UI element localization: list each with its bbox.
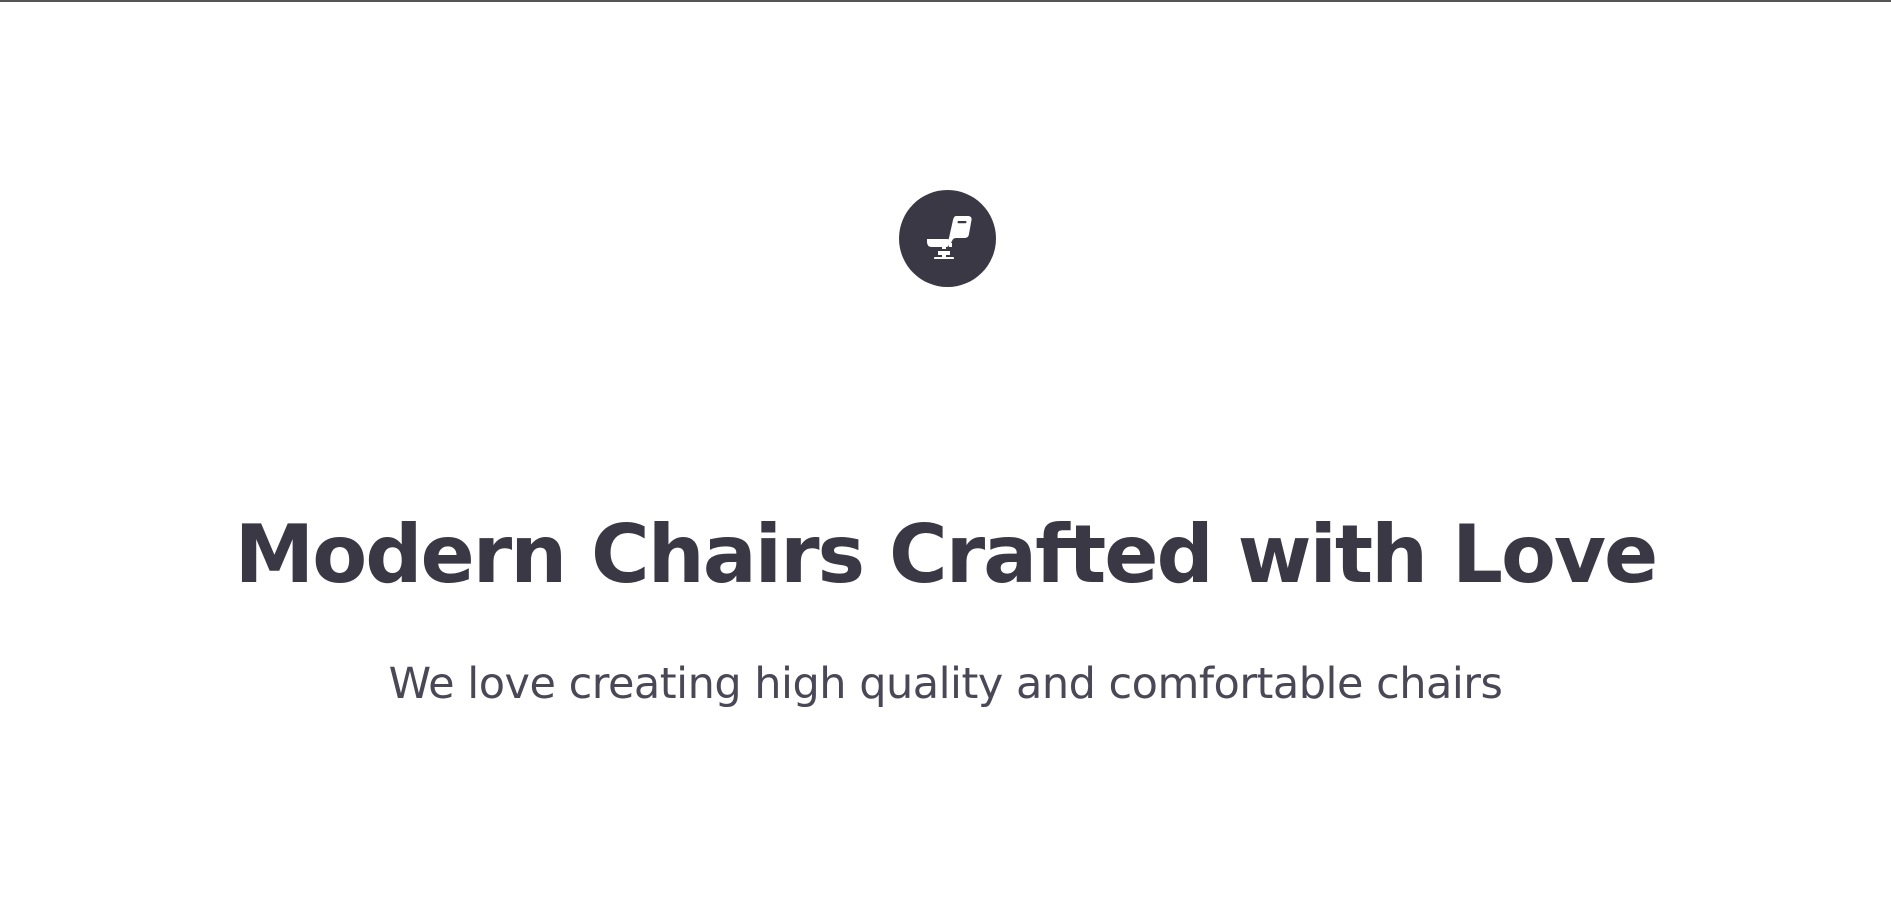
top-border	[0, 0, 1891, 2]
chair-icon	[916, 207, 980, 271]
hero-subtitle: We love creating high quality and comfor…	[388, 659, 1503, 709]
hero-title: Modern Chairs Crafted with Love	[234, 508, 1659, 601]
logo[interactable]	[899, 190, 996, 287]
